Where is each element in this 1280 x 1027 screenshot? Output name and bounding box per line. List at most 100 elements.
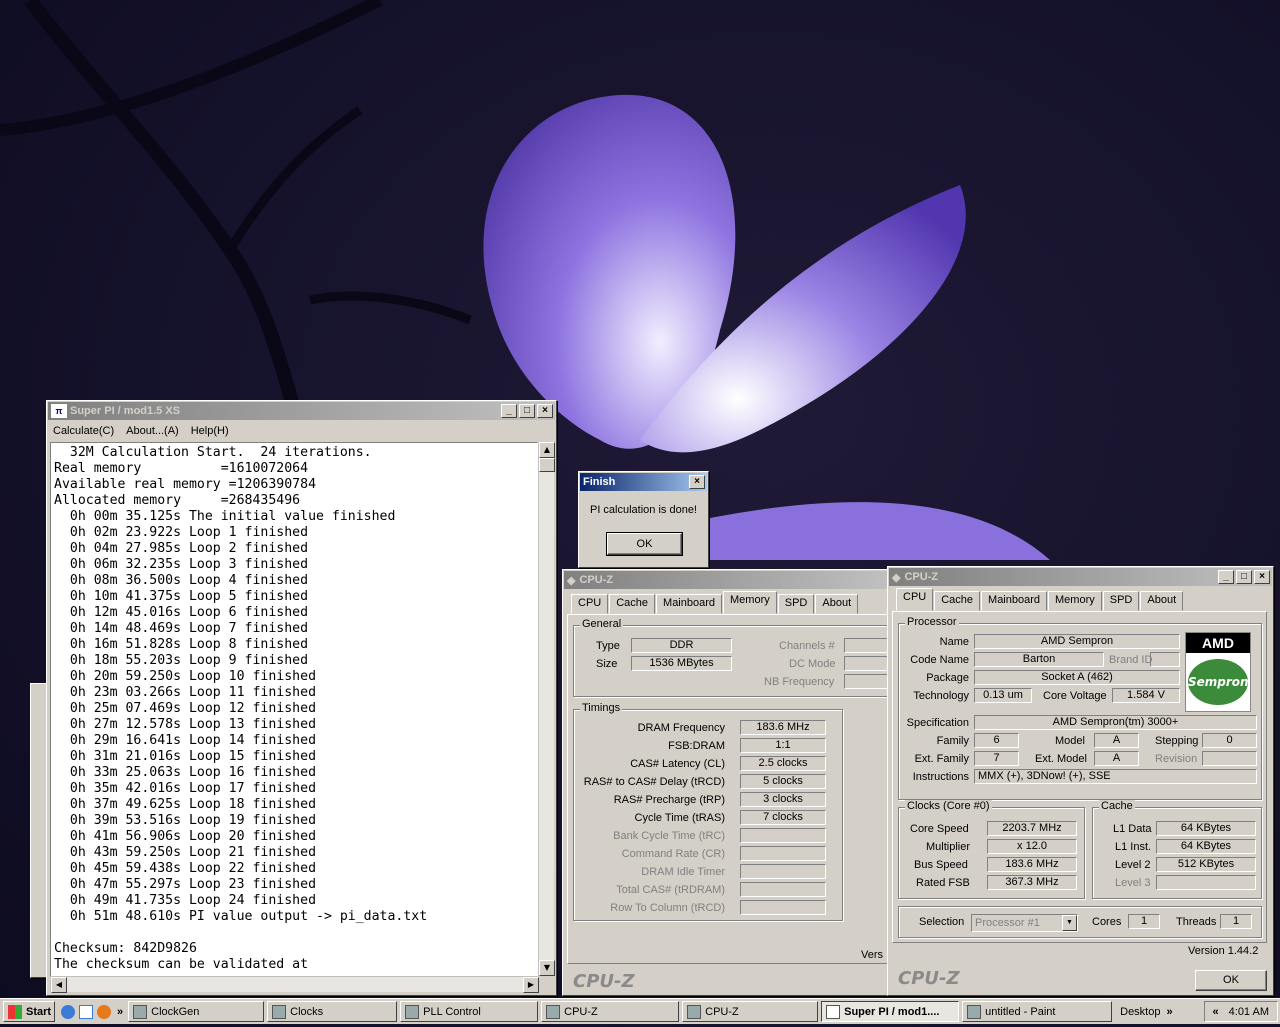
tab-mainboard[interactable]: Mainboard [656, 594, 723, 614]
extfamily-value: 7 [974, 751, 1019, 766]
clock[interactable]: 4:01 AM [1229, 1006, 1269, 1018]
taskbar-button-label: untitled - Paint [985, 1005, 1056, 1018]
tab-cpu[interactable]: CPU [571, 594, 609, 614]
processor-label: Processor [905, 616, 959, 628]
desktop-toolbar[interactable]: Desktop » [1120, 1006, 1172, 1018]
output-line: 0h 14m 48.469s Loop 7 finished [54, 621, 309, 636]
timing-label: RAS# to CAS# Delay (tRCD) [583, 776, 725, 788]
ok-button[interactable]: OK [1195, 970, 1267, 991]
superpi-output[interactable]: 32M Calculation Start. 24 iterations. Rea… [50, 442, 538, 984]
family-label: Family [936, 735, 969, 747]
tab-about[interactable]: About [1140, 591, 1184, 611]
busspeed-value: 183.6 MHz [987, 857, 1077, 872]
taskbar-button-label: ClockGen [151, 1005, 200, 1018]
revision-label: Revision [1155, 753, 1198, 765]
maximize-button[interactable]: □ [519, 404, 535, 418]
tab-mainboard[interactable]: Mainboard [981, 591, 1048, 611]
timing-label: Bank Cycle Time (tRC) [613, 830, 725, 842]
amd-sempron-logo: AMD Sempron [1185, 632, 1251, 712]
close-button[interactable]: × [1254, 570, 1270, 584]
cache-label: Cache [1099, 800, 1135, 812]
model-value: A [1094, 733, 1139, 748]
chevron-down-icon[interactable]: ▼ [1062, 915, 1077, 931]
selection-label: Selection [919, 916, 965, 928]
cpuz-cpu-window[interactable]: ◆ CPU-Z _ □ × CPU Cache Mainboard Memory… [887, 566, 1274, 996]
output-line: 32M Calculation Start. 24 iterations. [54, 445, 372, 460]
taskbar-button[interactable]: CPU-Z [541, 1001, 680, 1022]
quicklaunch-expand-icon[interactable]: » [117, 1006, 123, 1018]
ratedfsb-label: Rated FSB [916, 877, 970, 889]
scroll-thumb[interactable] [539, 458, 555, 472]
size-label: Size [596, 658, 618, 670]
taskbar-button[interactable]: CPU-Z [682, 1001, 819, 1022]
tab-about[interactable]: About [815, 594, 859, 614]
finish-dialog[interactable]: Finish × PI calculation is done! OK [578, 471, 709, 568]
timing-value: 5 clocks [740, 774, 826, 789]
clocks-group: Clocks (Core #0) Core Speed 2203.7 MHz M… [898, 800, 1085, 899]
selection-dropdown[interactable]: Processor #1 ▼ [971, 914, 1078, 932]
quicklaunch-doc-icon[interactable] [79, 1004, 93, 1019]
menu-about[interactable]: About...(A) [126, 425, 179, 437]
finish-title: Finish [583, 476, 616, 488]
version-label: Version 1.44.2 [1188, 945, 1259, 957]
cpuz-cpu-titlebar[interactable]: ◆ CPU-Z _ □ × [889, 568, 1272, 586]
minimize-button[interactable]: _ [1218, 570, 1234, 584]
general-group: General Type DDR Size 1536 MBytes Channe… [573, 618, 904, 697]
menu-calculate[interactable]: Calculate(C) [53, 425, 114, 437]
tab-memory[interactable]: Memory [1048, 591, 1102, 611]
superpi-titlebar[interactable]: π Super PI / mod1.5 XS _ □ × [48, 402, 555, 420]
scroll-up-button[interactable]: ▲ [539, 442, 555, 458]
taskbar-button[interactable]: Clocks [267, 1001, 398, 1022]
package-label: Package [926, 672, 969, 684]
corespeed-label: Core Speed [910, 823, 969, 835]
cpuz-icon [687, 1004, 702, 1019]
taskbar-button[interactable]: Super PI / mod1.... [821, 1001, 960, 1022]
chevron-right-icon[interactable]: » [1166, 1006, 1172, 1018]
busspeed-label: Bus Speed [914, 859, 968, 871]
tab-spd[interactable]: SPD [777, 594, 815, 614]
instructions-label: Instructions [912, 771, 969, 783]
cpuz-memory-titlebar[interactable]: ◆ CPU-Z [564, 571, 890, 589]
taskbar-button[interactable]: ClockGen [128, 1001, 265, 1022]
vertical-scrollbar[interactable]: ▲ ▼ [538, 442, 555, 976]
start-button[interactable]: Start [3, 1001, 55, 1022]
quicklaunch-firefox-icon[interactable] [97, 1004, 111, 1019]
taskbar-button[interactable]: PLL Control [400, 1001, 539, 1022]
timing-label: Command Rate (CR) [621, 848, 725, 860]
tray-expand-icon[interactable]: « [1213, 1006, 1219, 1018]
threads-label: Threads [1176, 916, 1217, 928]
minimize-button[interactable]: _ [501, 404, 517, 418]
maximize-button[interactable]: □ [1236, 570, 1252, 584]
tab-cpu[interactable]: CPU [896, 588, 934, 611]
scroll-right-button[interactable]: ▶ [523, 977, 539, 993]
scroll-down-button[interactable]: ▼ [539, 960, 555, 976]
taskbar-button[interactable]: untitled - Paint [962, 1001, 1113, 1022]
tab-cache[interactable]: Cache [609, 594, 656, 614]
paint-icon [967, 1004, 982, 1019]
superpi-window[interactable]: π Super PI / mod1.5 XS _ □ × Calculate(C… [46, 400, 557, 996]
level3-value [1156, 875, 1256, 890]
timing-value [740, 900, 826, 915]
horizontal-scrollbar[interactable]: ◀ ▶ [50, 976, 539, 993]
cache-group: Cache L1 Data 64 KBytes L1 Inst. 64 KByt… [1092, 800, 1262, 899]
finish-titlebar[interactable]: Finish × [580, 473, 707, 491]
cpuz-memory-window[interactable]: ◆ CPU-Z CPU Cache Mainboard Memory SPD A… [562, 569, 904, 996]
cpuz-logo: CPU-Z [898, 968, 960, 989]
ok-button[interactable]: OK [606, 532, 683, 556]
timing-value: 1:1 [740, 738, 826, 753]
timing-value: 2.5 clocks [740, 756, 826, 771]
output-line: 0h 00m 35.125s The initial value finishe… [54, 509, 396, 524]
close-button[interactable]: × [537, 404, 553, 418]
tab-spd[interactable]: SPD [1102, 591, 1140, 611]
tab-cache[interactable]: Cache [934, 591, 981, 611]
menu-help[interactable]: Help(H) [191, 425, 229, 437]
desktop-label: Desktop [1120, 1005, 1161, 1018]
technology-label: Technology [913, 690, 969, 702]
output-line: 0h 37m 49.625s Loop 18 finished [54, 797, 317, 812]
output-line: 0h 16m 51.828s Loop 8 finished [54, 637, 309, 652]
quicklaunch-ie-icon[interactable] [61, 1004, 75, 1019]
scroll-left-button[interactable]: ◀ [51, 977, 67, 993]
model-label: Model [1055, 735, 1085, 747]
close-button[interactable]: × [689, 475, 705, 489]
tab-memory[interactable]: Memory [723, 591, 777, 614]
